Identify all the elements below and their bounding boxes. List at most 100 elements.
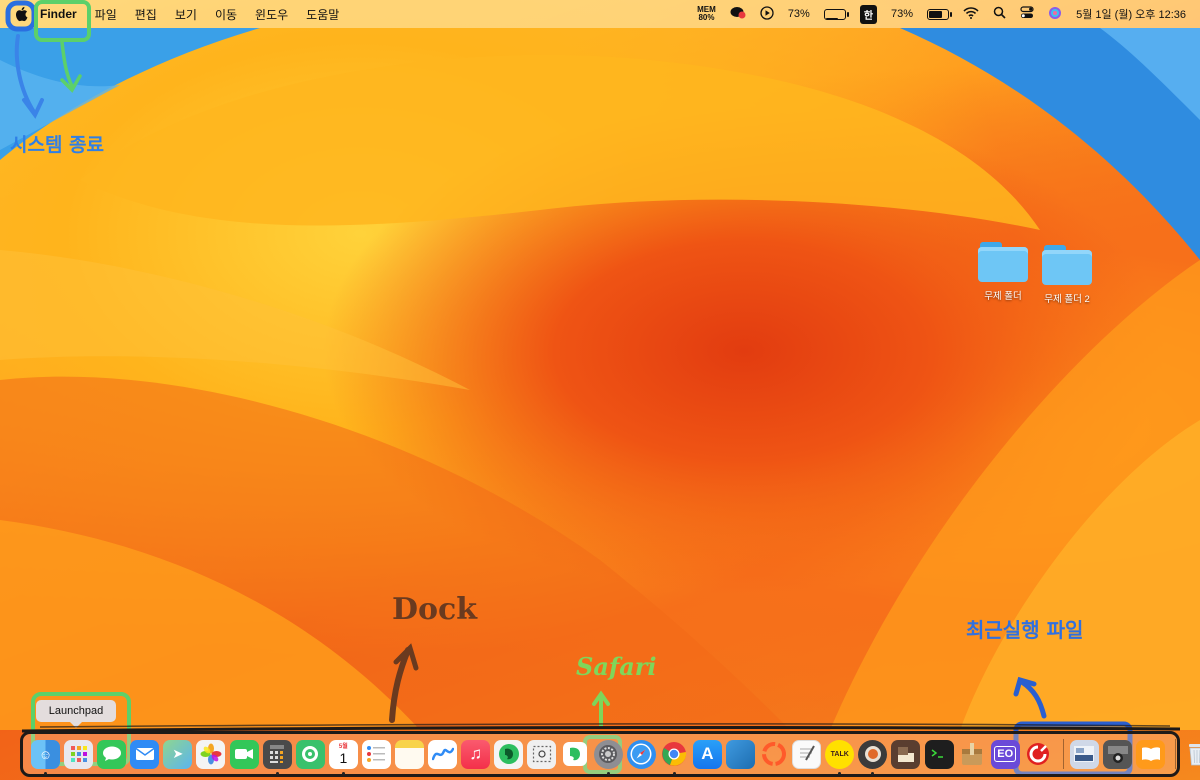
screenshot-icon [532, 745, 552, 763]
dock-app-cooking[interactable] [858, 739, 888, 775]
menu-help[interactable]: 도움말 [297, 6, 348, 23]
dock-app-terminal[interactable] [924, 739, 954, 769]
dock-app-safari[interactable] [626, 739, 656, 769]
apple-logo-icon[interactable] [12, 4, 30, 24]
pro-app-icon [1027, 743, 1050, 765]
battery-percent: 73% [891, 8, 914, 20]
camera-thumbnail-icon [1107, 746, 1128, 763]
desktop-folder-1[interactable]: 무제 폴더 [968, 242, 1038, 302]
terminal-icon [931, 749, 944, 758]
chrome-icon [662, 742, 687, 766]
pot-icon [864, 746, 881, 762]
backup-icon [761, 742, 786, 766]
dock: ☺ ➤ 5월 1 ♫ A TALK EO [20, 731, 1200, 777]
archive-icon [962, 743, 983, 765]
folder-icon [978, 242, 1028, 282]
siri-icon[interactable] [1048, 6, 1062, 23]
launchpad-tooltip: Launchpad [36, 700, 116, 728]
cpu-percent: 73% [787, 8, 810, 20]
menu-view[interactable]: 보기 [166, 6, 206, 23]
menu-window[interactable]: 윈도우 [246, 6, 297, 23]
dock-recent-1[interactable] [1069, 739, 1099, 769]
dock-app-book[interactable] [891, 739, 921, 769]
memory-value: 80% [698, 13, 715, 22]
dock-app-calculator[interactable] [262, 739, 292, 775]
wifi-icon[interactable] [963, 6, 979, 22]
dock-app-launchpad[interactable] [64, 739, 94, 769]
kakaotalk-icon: TALK [830, 750, 849, 758]
dock-recent-2[interactable] [1103, 739, 1132, 769]
menu-edit[interactable]: 편집 [126, 6, 166, 23]
dock-app-photos[interactable] [196, 739, 226, 769]
dock-app-kakaotalk[interactable]: TALK [825, 739, 855, 775]
app-menu-finder[interactable]: Finder [36, 7, 86, 21]
menu-bar: Finder 파일 편집 보기 이동 윈도우 도움말 MEM 80% 73% 한… [0, 0, 1200, 28]
annotation-recent-files: 최근실행 파일 [966, 618, 1084, 642]
book-icon [897, 747, 914, 762]
finder-icon: ☺ [38, 746, 53, 762]
dock-app-appstore[interactable]: A [692, 739, 722, 769]
spotlight-search-icon[interactable] [993, 6, 1006, 22]
dock-app-notes[interactable] [395, 739, 425, 769]
dock-app-textedit[interactable] [792, 739, 822, 769]
dock-app-eo[interactable]: EO [990, 739, 1020, 769]
dock-app-mail[interactable] [130, 739, 160, 769]
facetime-icon [235, 749, 254, 759]
dock-app-reminders[interactable] [361, 739, 391, 769]
dock-app-maps[interactable]: ➤ [163, 739, 193, 769]
document-thumbnail-icon [1074, 746, 1095, 762]
trash-icon [1188, 744, 1200, 766]
eo-icon: EO [994, 746, 1017, 762]
safari-icon [630, 743, 652, 765]
evernote-icon [498, 744, 519, 764]
freeform-icon [431, 747, 454, 761]
folder-icon [1042, 245, 1092, 285]
control-center-icon[interactable] [1020, 6, 1034, 22]
dock-app-music[interactable]: ♫ [461, 739, 491, 769]
menu-file[interactable]: 파일 [86, 6, 126, 23]
annotation-system-quit: 시스템 종료 [10, 134, 105, 156]
dock-trash[interactable] [1182, 740, 1200, 769]
dock-app-facetime[interactable] [229, 739, 259, 769]
annotation-safari: Safari [576, 652, 657, 681]
input-method-indicator[interactable]: 한 [859, 4, 878, 24]
photos-icon [200, 743, 222, 765]
dock-app-evernote[interactable] [494, 739, 524, 769]
menu-go[interactable]: 이동 [206, 6, 246, 23]
dock-app-evernote-alt[interactable] [561, 740, 590, 769]
reminders-icon [367, 746, 386, 762]
dock-app-preview[interactable] [725, 739, 755, 769]
music-icon: ♫ [469, 744, 483, 763]
textedit-icon [799, 745, 815, 761]
desktop-folder-2[interactable]: 무제 폴더 2 [1032, 245, 1102, 305]
annotation-dock: Dock [392, 592, 478, 627]
memory-status[interactable]: MEM 80% [697, 6, 716, 22]
cpu-battery-indicator-icon[interactable] [823, 8, 849, 20]
mail-icon [135, 747, 155, 760]
tooltip-label: Launchpad [48, 705, 104, 717]
desktop-folder-label: 무제 폴더 [984, 291, 1022, 302]
calculator-icon [270, 745, 285, 763]
clock-datetime[interactable]: 5월 1일 (월) 오후 12:36 [1076, 6, 1186, 22]
dock-app-screenshot[interactable] [527, 739, 557, 769]
dock-separator [1175, 739, 1177, 769]
messages-icon [102, 746, 121, 761]
settings-icon [599, 745, 618, 763]
dock-separator [1062, 739, 1064, 769]
battery-icon[interactable] [927, 8, 953, 20]
dock-app-chrome[interactable] [660, 740, 689, 775]
dock-recent-books[interactable] [1136, 739, 1166, 769]
dock-app-backup[interactable] [759, 740, 788, 769]
dock-app-pro[interactable] [1024, 740, 1053, 769]
dock-app-findmy[interactable] [295, 739, 325, 769]
play-icon[interactable] [760, 5, 774, 23]
dock-app-archive[interactable] [958, 740, 987, 769]
dock-app-freeform[interactable] [428, 739, 458, 769]
dock-app-system-settings[interactable] [593, 739, 623, 775]
messenger-status-icon[interactable] [730, 6, 746, 23]
dock-app-calendar[interactable]: 5월 1 [328, 739, 358, 775]
dock-app-messages[interactable] [97, 739, 127, 769]
calendar-day: 1 [339, 749, 348, 766]
elephant-icon [563, 742, 587, 766]
dock-app-finder[interactable]: ☺ [31, 739, 60, 775]
